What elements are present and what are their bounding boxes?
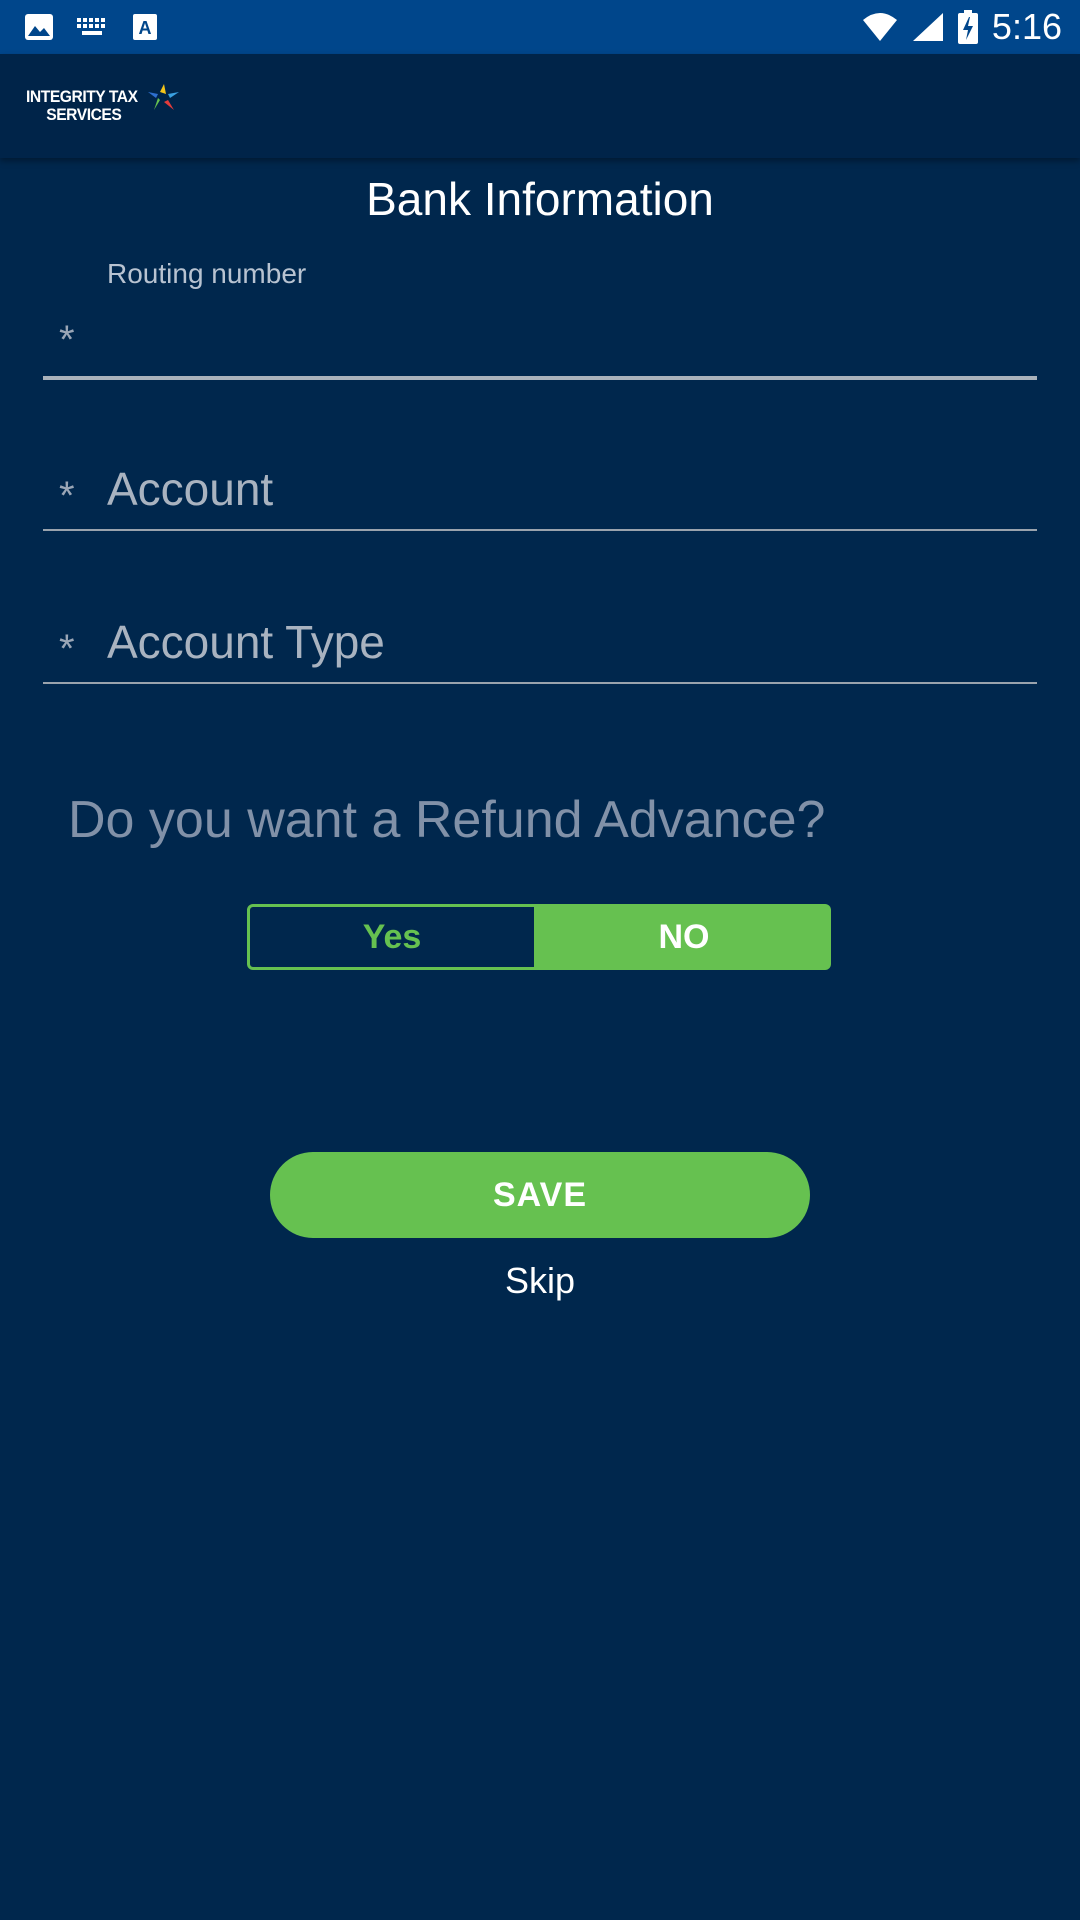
account-required-mark: * [59, 474, 75, 518]
skip-link[interactable]: Skip [0, 1260, 1080, 1302]
svg-text:A: A [139, 18, 152, 38]
routing-number-field[interactable]: Routing number * [43, 256, 1037, 382]
wifi-icon [862, 13, 897, 41]
account-type-required-mark: * [59, 627, 75, 671]
account-field[interactable]: * Account [43, 460, 1037, 534]
keyboard-icon [77, 18, 105, 35]
status-bar: A 5:16 [0, 0, 1080, 54]
logo-line2: SERVICES [46, 105, 122, 124]
page-title: Bank Information [366, 173, 714, 225]
status-time: 5:16 [991, 6, 1062, 47]
account-type-underline [43, 682, 1037, 684]
status-right-icons: 5:16 [862, 6, 1062, 48]
battery-icon [957, 10, 978, 44]
image-icon [25, 14, 53, 40]
save-button[interactable]: SAVE [270, 1152, 810, 1238]
account-type-field[interactable]: * Account Type [43, 613, 1037, 687]
logo-line1: INTEGRITY TAX [26, 87, 138, 106]
account-type-placeholder: Account Type [107, 616, 385, 668]
routing-required-mark: * [59, 318, 75, 362]
logo-star-icon [148, 84, 179, 110]
refund-advance-toggle: Yes NO [247, 904, 831, 970]
logo-text: INTEGRITY TAX SERVICES [26, 88, 138, 124]
refund-no-option[interactable]: NO [537, 904, 831, 970]
status-left-icons: A [24, 10, 158, 44]
refund-yes-option[interactable]: Yes [247, 904, 537, 970]
signal-icon [912, 13, 943, 41]
refund-advance-question: Do you want a Refund Advance? [68, 791, 826, 849]
app-bar: INTEGRITY TAX SERVICES [0, 54, 1080, 158]
routing-number-underline [43, 376, 1037, 380]
account-placeholder: Account [107, 463, 274, 515]
font-icon: A [133, 14, 157, 40]
account-underline [43, 529, 1037, 531]
routing-number-label: Routing number [107, 258, 307, 289]
integrity-tax-logo: INTEGRITY TAX SERVICES [26, 82, 186, 136]
